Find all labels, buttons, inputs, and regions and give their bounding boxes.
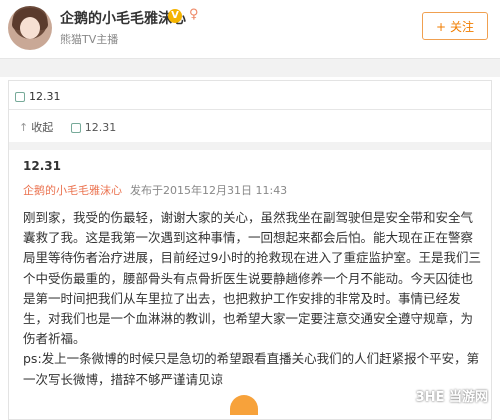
post-paragraph: ps:发上一条微博的时候只是急切的希望跟看直播关心我们的人们赶紧报个平安，第一次… — [23, 351, 480, 387]
post-author-link[interactable]: 企鹅的小毛毛雅沫心 — [23, 184, 122, 197]
avatar-face — [20, 17, 40, 39]
tag-icon — [15, 91, 25, 102]
reward-icon[interactable] — [230, 395, 258, 415]
follow-button[interactable]: + 关注 — [422, 12, 488, 40]
post-content: 刚到家，我受的伤最轻，谢谢大家的关心，虽然我坐在副驾驶但是安全带和安全气囊救了我… — [23, 208, 483, 390]
site-watermark: 3HE 当游网 — [415, 390, 488, 405]
post-toolbar: ↑ 收起 12.31 — [19, 119, 130, 135]
vip-badge-icon: V — [168, 9, 182, 23]
profile-header: 企鹅的小毛毛雅沫心 V ♀ 熊猫TV主播 + 关注 — [0, 0, 500, 58]
toolbar-tag[interactable]: 12.31 — [70, 121, 117, 134]
post-card: 12.31 ↑ 收起 12.31 12.31 企鹅的小毛毛雅沫心 发布于2015年1… — [8, 80, 492, 420]
toolbar-tag-label: 12.31 — [84, 121, 117, 134]
card-separator — [9, 109, 491, 110]
card-tag-label: 12.31 — [29, 90, 61, 103]
post-title: 12.31 — [23, 159, 61, 173]
collapse-icon: ↑ — [19, 121, 29, 134]
toolbar-separator — [9, 142, 491, 150]
verify-label: 熊猫TV主播 — [60, 33, 119, 46]
avatar[interactable] — [8, 6, 52, 50]
section-divider — [0, 58, 500, 77]
username[interactable]: 企鹅的小毛毛雅沫心 — [60, 8, 186, 28]
collapse-label: 收起 — [31, 121, 54, 134]
card-tag[interactable]: 12.31 — [15, 86, 61, 104]
tag-small-icon — [70, 123, 81, 133]
collapse-button[interactable]: ↑ 收起 — [19, 121, 53, 134]
female-icon: ♀ — [189, 7, 199, 22]
post-date: 发布于2015年12月31日 11:43 — [130, 184, 288, 197]
follow-plus-icon: + — [436, 20, 447, 34]
post-paragraph: 刚到家，我受的伤最轻，谢谢大家的关心，虽然我坐在副驾驶但是安全带和安全气囊救了我… — [23, 210, 481, 347]
post-meta: 企鹅的小毛毛雅沫心 发布于2015年12月31日 11:43 — [23, 182, 287, 198]
follow-label: 关注 — [449, 20, 474, 34]
